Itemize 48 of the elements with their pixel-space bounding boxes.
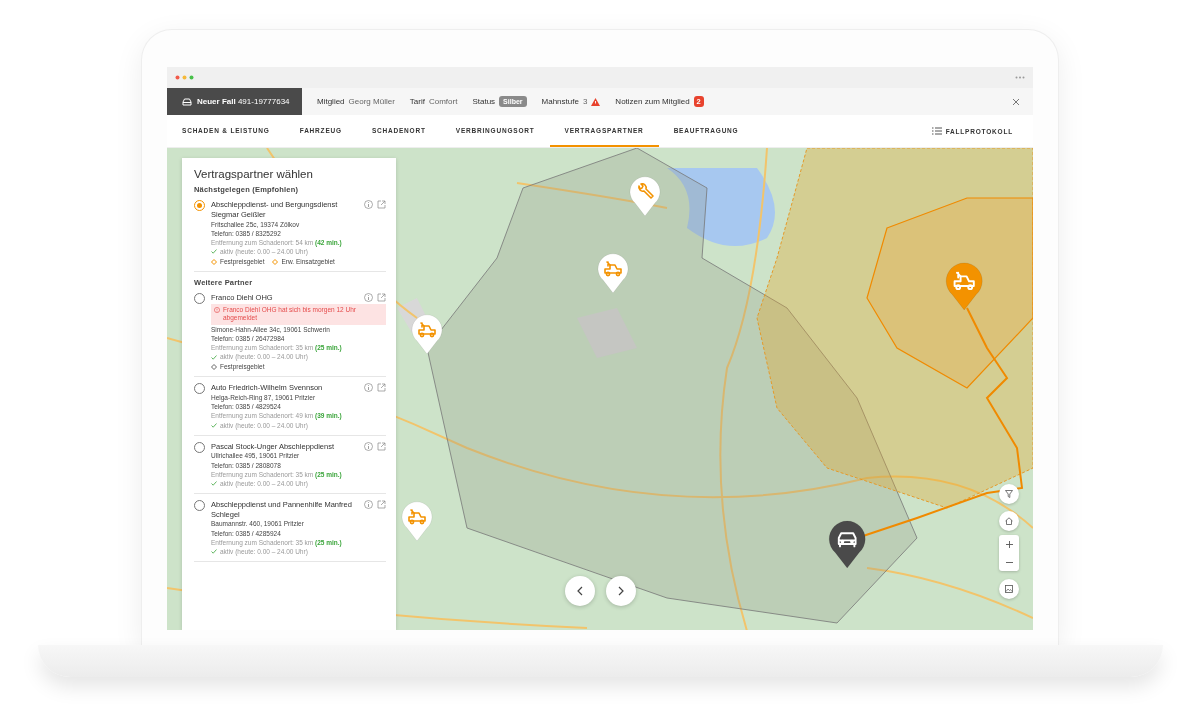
external-link-icon[interactable]: [377, 383, 386, 393]
header-label: Mahnstufe: [541, 97, 579, 106]
more-icon[interactable]: [1015, 76, 1025, 79]
check-icon: [211, 249, 217, 255]
check-icon: [211, 423, 217, 429]
filter-icon: [1005, 490, 1013, 498]
info-icon[interactable]: [364, 293, 373, 303]
check-icon: [211, 481, 217, 487]
chevron-right-icon: [618, 586, 624, 596]
info-icon[interactable]: [364, 383, 373, 393]
external-link-icon[interactable]: [377, 293, 386, 303]
header-value: Comfort: [428, 97, 458, 106]
header-label: Status: [472, 97, 496, 106]
list-icon: [931, 127, 942, 135]
close-icon[interactable]: [1012, 97, 1020, 106]
radio-button[interactable]: [194, 200, 205, 211]
radio-button[interactable]: [194, 383, 205, 395]
case-tab[interactable]: Neuer Fall 491-19777634: [167, 88, 302, 115]
home-icon: [1005, 517, 1013, 525]
external-link-icon[interactable]: [377, 441, 386, 451]
check-icon: [211, 549, 217, 555]
info-icon[interactable]: [364, 499, 373, 509]
chevron-left-icon: [577, 586, 583, 596]
external-link-icon[interactable]: [377, 200, 386, 209]
header-value: 3: [582, 97, 588, 106]
external-link-icon[interactable]: [377, 499, 386, 509]
radio-button[interactable]: [194, 499, 205, 511]
tow-truck-pin-icon[interactable]: [401, 501, 433, 541]
header-label: Tarif: [409, 97, 425, 106]
check-icon: [211, 354, 217, 360]
car-pin-icon[interactable]: [827, 520, 867, 568]
header-label: Notizen zum Mitglied: [615, 97, 690, 106]
radio-button[interactable]: [194, 441, 205, 453]
panel-title: Vertragspartner wählen: [194, 168, 314, 180]
alert-icon: [214, 306, 220, 313]
tow-truck-pin-icon[interactable]: [597, 253, 629, 293]
image-icon: [1005, 585, 1013, 593]
wrench-pin-icon[interactable]: [629, 176, 661, 216]
header-value: Georg Müller: [348, 97, 395, 106]
car-icon: [182, 97, 192, 106]
info-icon[interactable]: [364, 200, 373, 209]
header-label: Mitglied: [317, 97, 345, 106]
tow-truck-pin-icon[interactable]: [411, 314, 443, 354]
plus-icon: [1005, 540, 1013, 548]
tow-truck-pin-icon[interactable]: [944, 262, 984, 310]
info-icon[interactable]: [364, 441, 373, 451]
radio-button[interactable]: [194, 293, 205, 305]
warning-icon: [591, 97, 601, 106]
